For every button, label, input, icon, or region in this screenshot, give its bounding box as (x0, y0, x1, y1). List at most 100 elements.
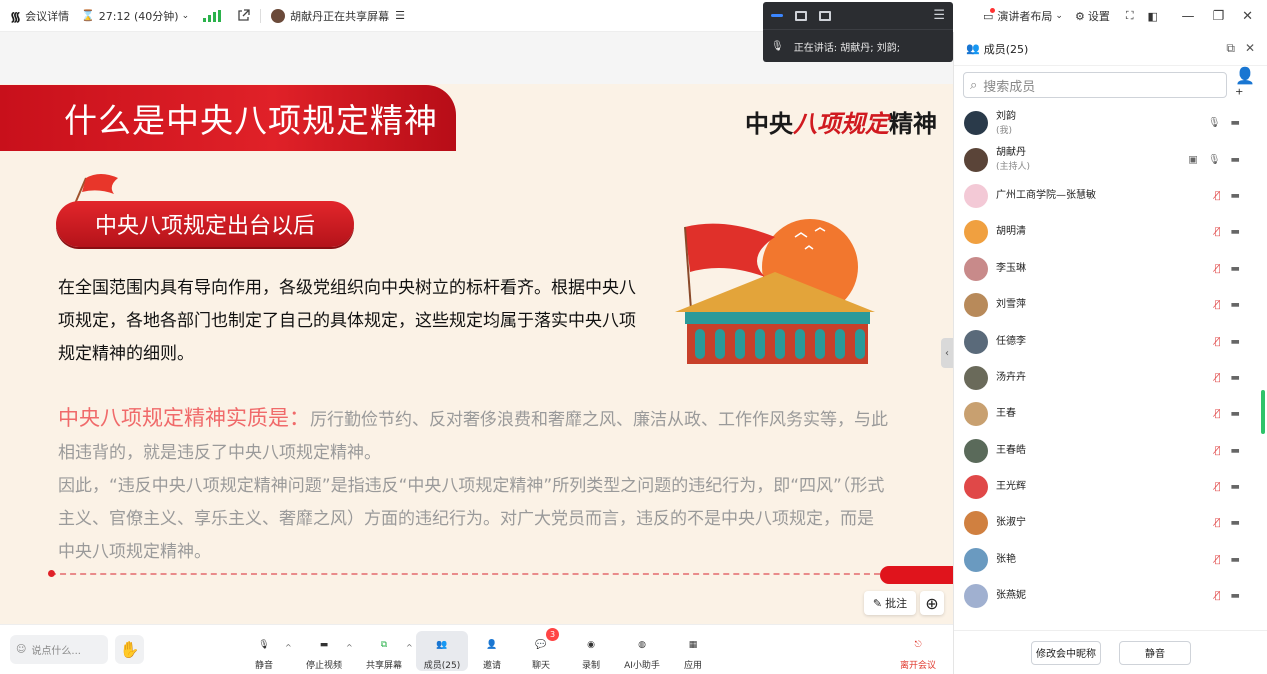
invite-button[interactable]: 👤 邀请 (466, 631, 518, 671)
microphone-muted-icon[interactable]: 🎙̸ (1215, 336, 1221, 347)
share-screen-button[interactable]: ⧉ 共享屏幕 (358, 631, 410, 671)
microphone-muted-icon[interactable]: 🎙̸ (1215, 190, 1221, 201)
member-row[interactable]: 胡献丹 (主持人) ▣ 🎙 ▬ (954, 141, 1267, 177)
timer[interactable]: ⌛ 27:12 (40分钟) ⌄ (81, 8, 189, 24)
camera-icon[interactable]: ▬ (1231, 118, 1240, 129)
mute-button[interactable]: 🎙 静音 (238, 631, 290, 671)
camera-icon[interactable]: ▬ (1231, 372, 1240, 383)
brand-prefix: 中央 (745, 110, 793, 138)
members-button[interactable]: 👥 成员(25) (416, 631, 468, 671)
hand-icon: ✋ (119, 640, 140, 659)
camera-icon[interactable]: ▬ (1231, 263, 1240, 274)
red-tab-decoration (880, 566, 953, 584)
member-row[interactable]: 胡明清 🎙̸ ▬ (954, 214, 1267, 250)
settings-button[interactable]: ⚙ 设置 (1075, 8, 1110, 24)
member-row[interactable]: 王春 🎙̸ ▬ (954, 396, 1267, 432)
minimize-float-icon[interactable] (771, 14, 783, 17)
camera-icon[interactable]: ▬ (1231, 482, 1240, 493)
camera-icon[interactable]: ▬ (1231, 190, 1240, 201)
menu-collapse-icon[interactable]: ☰ (933, 8, 945, 23)
dashed-divider (48, 570, 880, 577)
camera-icon[interactable]: ▬ (1231, 154, 1240, 165)
member-row[interactable]: 张燕妮 🎙̸ ▬ (954, 578, 1267, 614)
microphone-muted-icon[interactable]: 🎙̸ (1215, 372, 1221, 383)
microphone-muted-icon[interactable]: 🎙̸ (1215, 518, 1221, 529)
bottom-toolbar: ☺ 说点什么... ✋ 🎙 静音 ^ ▬ 停止视频 ^ ⧉ 共享屏幕 ^ 👥 成… (0, 624, 953, 674)
camera-icon[interactable]: ▬ (1231, 409, 1240, 420)
camera-icon[interactable]: ▬ (1231, 554, 1240, 565)
microphone-muted-icon[interactable]: 🎙̸ (1215, 591, 1221, 602)
member-row[interactable]: 王光辉 🎙̸ ▬ (954, 469, 1267, 505)
raise-hand-button[interactable]: ✋ (115, 635, 144, 664)
floating-share-toolbar: ☰ 🎙 正在讲话: 胡献丹; 刘韵; (763, 2, 953, 62)
microphone-muted-icon[interactable]: 🎙̸ (1215, 482, 1221, 493)
members-scrollbar[interactable] (1261, 390, 1265, 434)
member-row[interactable]: 张艳 🎙̸ ▬ (954, 542, 1267, 578)
camera-icon[interactable]: ▬ (1231, 227, 1240, 238)
member-row[interactable]: 王春皓 🎙̸ ▬ (954, 433, 1267, 469)
popout-icon[interactable]: ⧉ (1226, 41, 1235, 56)
sidebar-toggle-icon[interactable]: ◧ (1148, 10, 1158, 23)
microphone-muted-icon[interactable]: 🎙̸ (1215, 300, 1221, 311)
member-search-input[interactable]: ⌕ 搜索成员 (963, 72, 1227, 98)
add-member-button[interactable]: 👤⁺ (1235, 66, 1259, 104)
microphone-icon[interactable]: 🎙 (1208, 154, 1221, 165)
video-options-caret[interactable]: ^ (346, 643, 353, 652)
member-avatar (964, 438, 988, 463)
meeting-details[interactable]: ᯾ 会议详情 (10, 7, 69, 25)
rename-button[interactable]: 修改会中昵称 (1031, 640, 1101, 665)
paragraph-2-highlight: 中央八项规定精神实质是： (58, 406, 310, 430)
camera-icon[interactable]: ▬ (1231, 591, 1240, 602)
member-row[interactable]: 汤卉卉 🎙̸ ▬ (954, 360, 1267, 396)
network-signal-icon[interactable] (203, 9, 222, 22)
fullscreen-icon[interactable]: ⛶ (1126, 9, 1134, 23)
camera-icon[interactable]: ▬ (1231, 336, 1240, 347)
sharing-indicator[interactable]: 胡献丹正在共享屏幕 ☰ (271, 8, 405, 24)
share-options-caret[interactable]: ^ (406, 643, 413, 652)
camera-icon[interactable]: ▬ (1231, 445, 1240, 456)
stop-video-button[interactable]: ▬ 停止视频 (298, 631, 350, 671)
chat-button[interactable]: 💬 3 聊天 (515, 628, 567, 671)
minimize-icon[interactable]: — (1181, 9, 1194, 24)
window-float-icon[interactable] (795, 10, 807, 21)
shared-slide: 什么是中央八项规定精神 中央八项规定精神 中央八项规定出台以后 在全国范围内具有… (0, 32, 953, 624)
quick-chat-input[interactable]: ☺ 说点什么... (10, 635, 108, 664)
members-panel-footer: 修改会中昵称 静音 (954, 630, 1267, 674)
member-row[interactable]: 广州工商学院—张慧敏 🎙̸ ▬ (954, 178, 1267, 214)
camera-icon[interactable]: ▬ (1231, 300, 1240, 311)
external-link-icon[interactable] (237, 9, 250, 22)
microphone-muted-icon[interactable]: 🎙̸ (1215, 554, 1221, 565)
layout-button[interactable]: ▭ 演讲者布局 ⌄ (983, 7, 1063, 24)
microphone-muted-icon[interactable]: 🎙̸ (1215, 409, 1221, 420)
member-name: 刘雪萍 (996, 299, 1026, 311)
annotate-button[interactable]: ✎ 批注 (864, 591, 916, 615)
microphone-muted-icon[interactable]: 🎙̸ (1215, 227, 1221, 238)
mute-options-caret[interactable]: ^ (285, 643, 292, 652)
restore-icon[interactable]: ❐ (1212, 9, 1224, 24)
microphone-icon[interactable]: 🎙 (1208, 118, 1221, 129)
ai-assistant-label: AI小助手 (624, 661, 660, 671)
member-row[interactable]: 刘雪萍 🎙̸ ▬ (954, 287, 1267, 323)
leave-meeting-button[interactable]: ⎋ 离开会议 (892, 631, 944, 671)
microphone-muted-icon[interactable]: 🎙̸ (1215, 445, 1221, 456)
zoom-button[interactable]: ⊕ (920, 591, 944, 615)
camera-icon[interactable]: ▬ (1231, 518, 1240, 529)
hourglass-icon: ⌛ (81, 9, 95, 22)
close-icon[interactable]: ✕ (1242, 9, 1253, 24)
grid-float-icon[interactable] (819, 10, 831, 21)
member-row[interactable]: 刘韵 (我) 🎙 ▬ (954, 105, 1267, 141)
member-row[interactable]: 任德李 🎙̸ ▬ (954, 323, 1267, 359)
pen-icon: ✎ (872, 596, 883, 610)
member-name: 任德李 (996, 335, 1026, 347)
member-row[interactable]: 张淑宁 🎙̸ ▬ (954, 505, 1267, 541)
record-button[interactable]: ◉ 录制 (565, 631, 617, 671)
ai-assistant-button[interactable]: ◍ AI小助手 (616, 631, 668, 671)
close-icon[interactable]: ✕ (1245, 41, 1255, 56)
member-status-icons: 🎙̸ ▬ (1215, 372, 1240, 383)
mute-all-button[interactable]: 静音 (1119, 640, 1191, 665)
member-text: 胡献丹 (主持人) (996, 147, 1030, 172)
collapse-panel-button[interactable]: ‹ (941, 338, 953, 368)
apps-button[interactable]: ▦ 应用 (667, 631, 719, 671)
member-row[interactable]: 李玉琳 🎙̸ ▬ (954, 251, 1267, 287)
microphone-muted-icon[interactable]: 🎙̸ (1215, 263, 1221, 274)
